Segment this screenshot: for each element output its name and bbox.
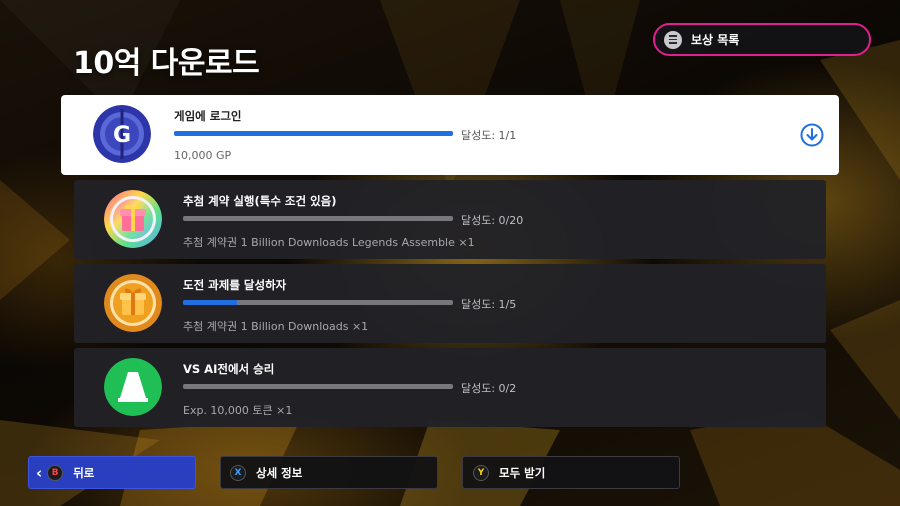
progress-fill xyxy=(183,300,237,305)
reward-list-label: 보상 목록 xyxy=(691,33,740,47)
rainbow-gift-icon xyxy=(104,190,162,248)
x-key-icon: X xyxy=(230,464,246,481)
claim-all-button[interactable]: Y 모두 받기 xyxy=(462,456,680,489)
mission-item-login[interactable]: G 게임에 로그인 달성도: 1/1 10,000 GP xyxy=(61,95,839,175)
mission-item-draw-contract[interactable]: 추첨 계약 실행(특수 조건 있음) 달성도: 0/20 추첨 계약권 1 Bi… xyxy=(74,180,826,259)
mission-title: 추첨 계약 실행(특수 조건 있음) xyxy=(183,194,337,208)
svg-text:G: G xyxy=(113,123,131,148)
orange-gift-icon xyxy=(104,274,162,332)
mission-item-vs-ai[interactable]: VS AI전에서 승리 달성도: 0/2 Exp. 10,000 토큰 ×1 xyxy=(74,348,826,427)
back-button[interactable]: ‹ B 뒤로 xyxy=(28,456,196,489)
progress-bar xyxy=(183,300,453,305)
claim-all-label: 모두 받기 xyxy=(499,465,546,480)
details-label: 상세 정보 xyxy=(256,465,303,480)
progress-text: 달성도: 1/1 xyxy=(461,129,517,142)
menu-icon xyxy=(664,30,682,49)
progress-text: 달성도: 1/5 xyxy=(461,298,517,311)
progress-text: 달성도: 0/20 xyxy=(461,214,524,227)
b-key-icon: B xyxy=(47,464,64,481)
mission-title: 게임에 로그인 xyxy=(174,109,242,123)
back-label: 뒤로 xyxy=(73,465,95,480)
mission-title: 도전 과제를 달성하자 xyxy=(183,278,287,292)
progress-bar xyxy=(183,384,453,389)
mission-title: VS AI전에서 승리 xyxy=(183,362,275,376)
progress-bar xyxy=(183,216,453,221)
progress-bar xyxy=(174,131,453,136)
progress-text: 달성도: 0/2 xyxy=(461,382,517,395)
progress-fill xyxy=(174,131,453,136)
mission-reward: Exp. 10,000 토큰 ×1 xyxy=(183,404,293,417)
chevron-left-icon: ‹ xyxy=(36,463,43,482)
download-claim-icon[interactable] xyxy=(800,123,824,147)
mission-reward: 추첨 계약권 1 Billion Downloads Legends Assem… xyxy=(183,236,475,249)
page-title: 10억 다운로드 xyxy=(73,46,260,81)
coin-g-icon: G xyxy=(93,105,151,163)
mission-reward: 추첨 계약권 1 Billion Downloads ×1 xyxy=(183,320,369,333)
mission-reward: 10,000 GP xyxy=(174,149,232,162)
mission-item-achievements[interactable]: 도전 과제를 달성하자 달성도: 1/5 추첨 계약권 1 Billion Do… xyxy=(74,264,826,343)
green-cone-icon xyxy=(104,358,162,416)
details-button[interactable]: X 상세 정보 xyxy=(220,456,438,489)
reward-list-button[interactable]: 보상 목록 xyxy=(653,23,871,56)
y-key-icon: Y xyxy=(473,464,489,481)
